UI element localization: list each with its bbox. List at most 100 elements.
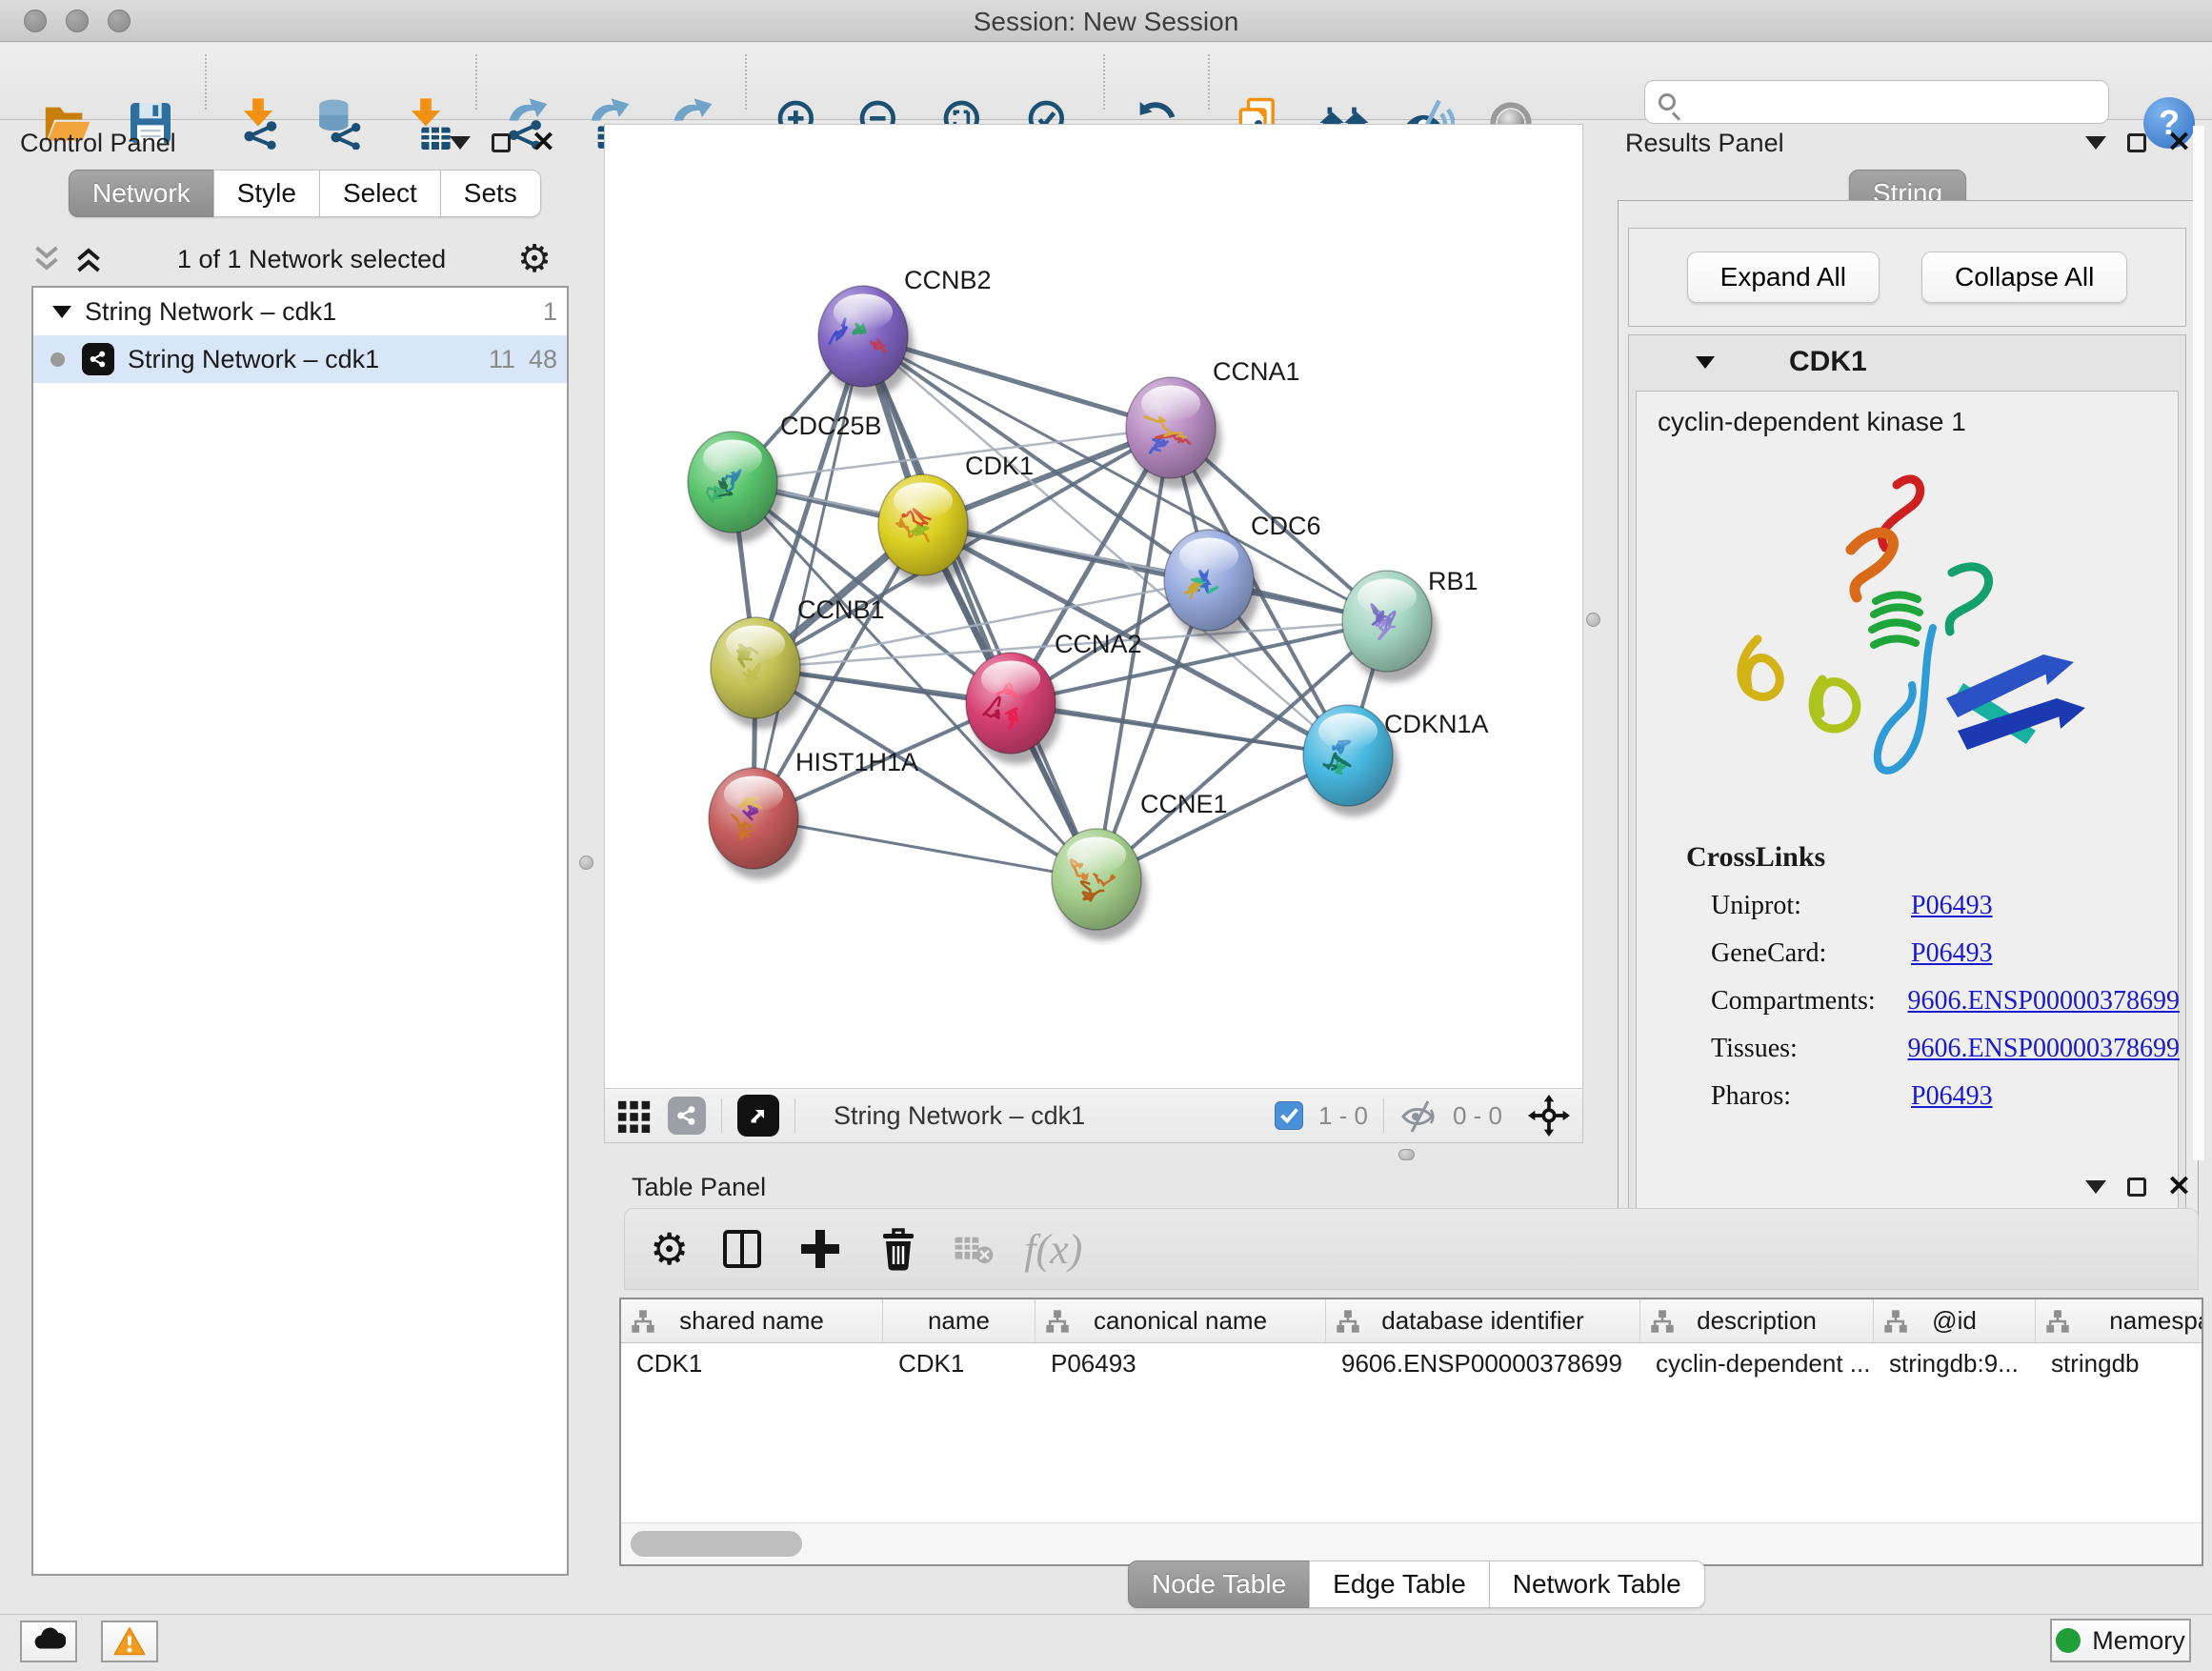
column-header-shared-name[interactable]: shared name xyxy=(621,1299,883,1342)
column-type-icon xyxy=(2045,1309,2070,1334)
search-input[interactable] xyxy=(1687,88,2097,117)
crosslink-link[interactable]: P06493 xyxy=(1911,1081,1993,1112)
network-node-CDC6[interactable] xyxy=(1164,530,1259,641)
network-node-HIST1H1A[interactable] xyxy=(709,768,804,879)
expand-all-icon[interactable] xyxy=(71,242,106,276)
tab-network-table[interactable]: Network Table xyxy=(1489,1560,1705,1608)
function-builder-icon[interactable]: f(x) xyxy=(1024,1225,1082,1274)
collapse-all-icon[interactable] xyxy=(30,242,64,276)
network-node-count: 11 xyxy=(489,345,515,374)
collection-label: String Network – cdk1 xyxy=(85,297,336,327)
network-node-CDC25B[interactable] xyxy=(688,432,783,543)
bottom-splitter-handle[interactable] xyxy=(1398,1149,1415,1160)
network-node-CCNA1[interactable] xyxy=(1126,377,1221,489)
warning-status-button[interactable] xyxy=(101,1621,158,1662)
results-scrollbar[interactable] xyxy=(2193,126,2204,1160)
expand-all-button[interactable]: Expand All xyxy=(1687,252,1880,303)
table-panel: Table Panel ✕ ⚙ f(x) shared namenamecano… xyxy=(616,1170,2206,1620)
grid-view-icon[interactable] xyxy=(616,1097,653,1134)
table-cell[interactable]: P06493 xyxy=(1036,1343,1326,1385)
tab-select[interactable]: Select xyxy=(319,170,441,217)
table-cell[interactable]: cyclin-dependent ... xyxy=(1640,1343,1874,1385)
clear-table-icon[interactable] xyxy=(952,1227,995,1271)
crosslink-link[interactable]: P06493 xyxy=(1911,938,1993,969)
crosslink-link[interactable]: 9606.ENSP00000378699 xyxy=(1908,1034,2180,1064)
float-panel-icon[interactable] xyxy=(2127,1178,2146,1197)
crosslink-link[interactable]: 9606.ENSP00000378699 xyxy=(1908,986,2180,1017)
tab-network[interactable]: Network xyxy=(69,170,214,217)
float-panel-icon[interactable] xyxy=(492,133,511,152)
protein-structure-image xyxy=(1708,458,2108,820)
network-view-toolbar: String Network – cdk1 1 - 0 0 - 0 xyxy=(605,1088,1582,1142)
birds-eye-view-icon[interactable] xyxy=(1527,1094,1571,1137)
crosslink-link[interactable]: P06493 xyxy=(1911,891,1993,921)
control-panel: Control Panel ✕ Network Style Select Set… xyxy=(7,124,569,1589)
column-header--id[interactable]: @id xyxy=(1874,1299,2036,1342)
tab-style[interactable]: Style xyxy=(213,170,320,217)
column-type-icon xyxy=(1883,1309,1908,1334)
protein-section-header[interactable]: CDK1 xyxy=(1629,335,2185,389)
collapse-all-button[interactable]: Collapse All xyxy=(1921,252,2127,303)
tab-edge-table[interactable]: Edge Table xyxy=(1309,1560,1490,1608)
network-node-CCNA2[interactable] xyxy=(966,653,1061,764)
node-label-CDC25B: CDC25B xyxy=(780,412,882,440)
node-label-CCNB1: CCNB1 xyxy=(797,595,885,624)
string-network-icon xyxy=(82,343,114,375)
add-column-icon[interactable] xyxy=(795,1224,845,1274)
selected-elements-checkbox[interactable] xyxy=(1275,1101,1303,1130)
node-label-CDKN1A: CDKN1A xyxy=(1384,710,1489,738)
column-header-database-identifier[interactable]: database identifier xyxy=(1326,1299,1640,1342)
column-header-name[interactable]: name xyxy=(883,1299,1036,1342)
network-list: String Network – cdk1 1 String Network –… xyxy=(31,286,569,1576)
scrollbar-thumb[interactable] xyxy=(631,1531,802,1557)
network-canvas[interactable]: CCNB2CCNA1CDC25BCDK1CDC6RB1CCNB1CCNA2CDK… xyxy=(605,125,1582,1088)
delete-column-icon[interactable] xyxy=(874,1224,923,1274)
column-header-namespace[interactable]: namespace xyxy=(2036,1299,2203,1342)
table-cell[interactable]: stringdb xyxy=(2036,1343,2203,1385)
network-selection-status: 1 of 1 Network selected xyxy=(106,245,517,274)
collapse-panel-icon[interactable] xyxy=(2085,136,2106,150)
column-header-label: shared name xyxy=(679,1306,824,1336)
search-box[interactable] xyxy=(1644,80,2109,124)
memory-label: Memory xyxy=(2092,1626,2185,1656)
table-cell[interactable]: CDK1 xyxy=(883,1343,1036,1385)
memory-button[interactable]: Memory xyxy=(2050,1619,2191,1662)
show-columns-icon[interactable] xyxy=(717,1224,767,1274)
right-splitter-handle[interactable] xyxy=(1586,613,1600,627)
network-node-RB1[interactable] xyxy=(1342,571,1438,682)
collection-expand-caret-icon[interactable] xyxy=(52,306,71,318)
string-view-icon[interactable] xyxy=(668,1097,706,1135)
table-options-gear-icon[interactable]: ⚙ xyxy=(650,1224,689,1274)
status-bar: Memory xyxy=(0,1614,2212,1671)
left-splitter-handle[interactable] xyxy=(579,856,593,870)
close-panel-icon[interactable]: ✕ xyxy=(2167,133,2191,152)
network-node-CDK1[interactable] xyxy=(878,474,974,586)
table-cell[interactable]: CDK1 xyxy=(621,1343,883,1385)
tab-node-table[interactable]: Node Table xyxy=(1128,1560,1310,1608)
tab-sets[interactable]: Sets xyxy=(440,170,541,217)
table-cell[interactable]: stringdb:9... xyxy=(1874,1343,2036,1385)
network-options-gear-icon[interactable]: ⚙ xyxy=(517,240,552,278)
close-panel-icon[interactable]: ✕ xyxy=(532,133,555,152)
network-collection-row[interactable]: String Network – cdk1 1 xyxy=(33,288,567,335)
hidden-count: 0 - 0 xyxy=(1453,1101,1502,1131)
column-header-label: namespace xyxy=(2109,1306,2203,1336)
network-row-selected[interactable]: String Network – cdk1 11 48 xyxy=(33,335,567,383)
close-panel-icon[interactable]: ✕ xyxy=(2167,1178,2191,1197)
detach-view-icon[interactable] xyxy=(737,1095,779,1137)
collapse-panel-icon[interactable] xyxy=(450,136,471,150)
section-expand-caret-icon[interactable] xyxy=(1696,356,1715,369)
column-header-canonical-name[interactable]: canonical name xyxy=(1036,1299,1326,1342)
column-header-description[interactable]: description xyxy=(1640,1299,1874,1342)
cloud-status-button[interactable] xyxy=(20,1621,77,1662)
network-node-CCNB2[interactable] xyxy=(818,286,914,397)
main-toolbar: ? xyxy=(0,43,2212,120)
window-title: Session: New Session xyxy=(0,7,2212,37)
float-panel-icon[interactable] xyxy=(2127,133,2146,152)
collapse-panel-icon[interactable] xyxy=(2085,1180,2106,1194)
table-cell[interactable]: 9606.ENSP00000378699 xyxy=(1326,1343,1640,1385)
table-header-row[interactable]: shared name namecanonical namedatabase id… xyxy=(621,1299,2202,1343)
table-horizontal-scrollbar[interactable] xyxy=(621,1522,2202,1564)
table-row[interactable]: CDK1CDK1P064939606.ENSP00000378699cyclin… xyxy=(621,1343,2202,1385)
node-label-HIST1H1A: HIST1H1A xyxy=(795,748,918,776)
